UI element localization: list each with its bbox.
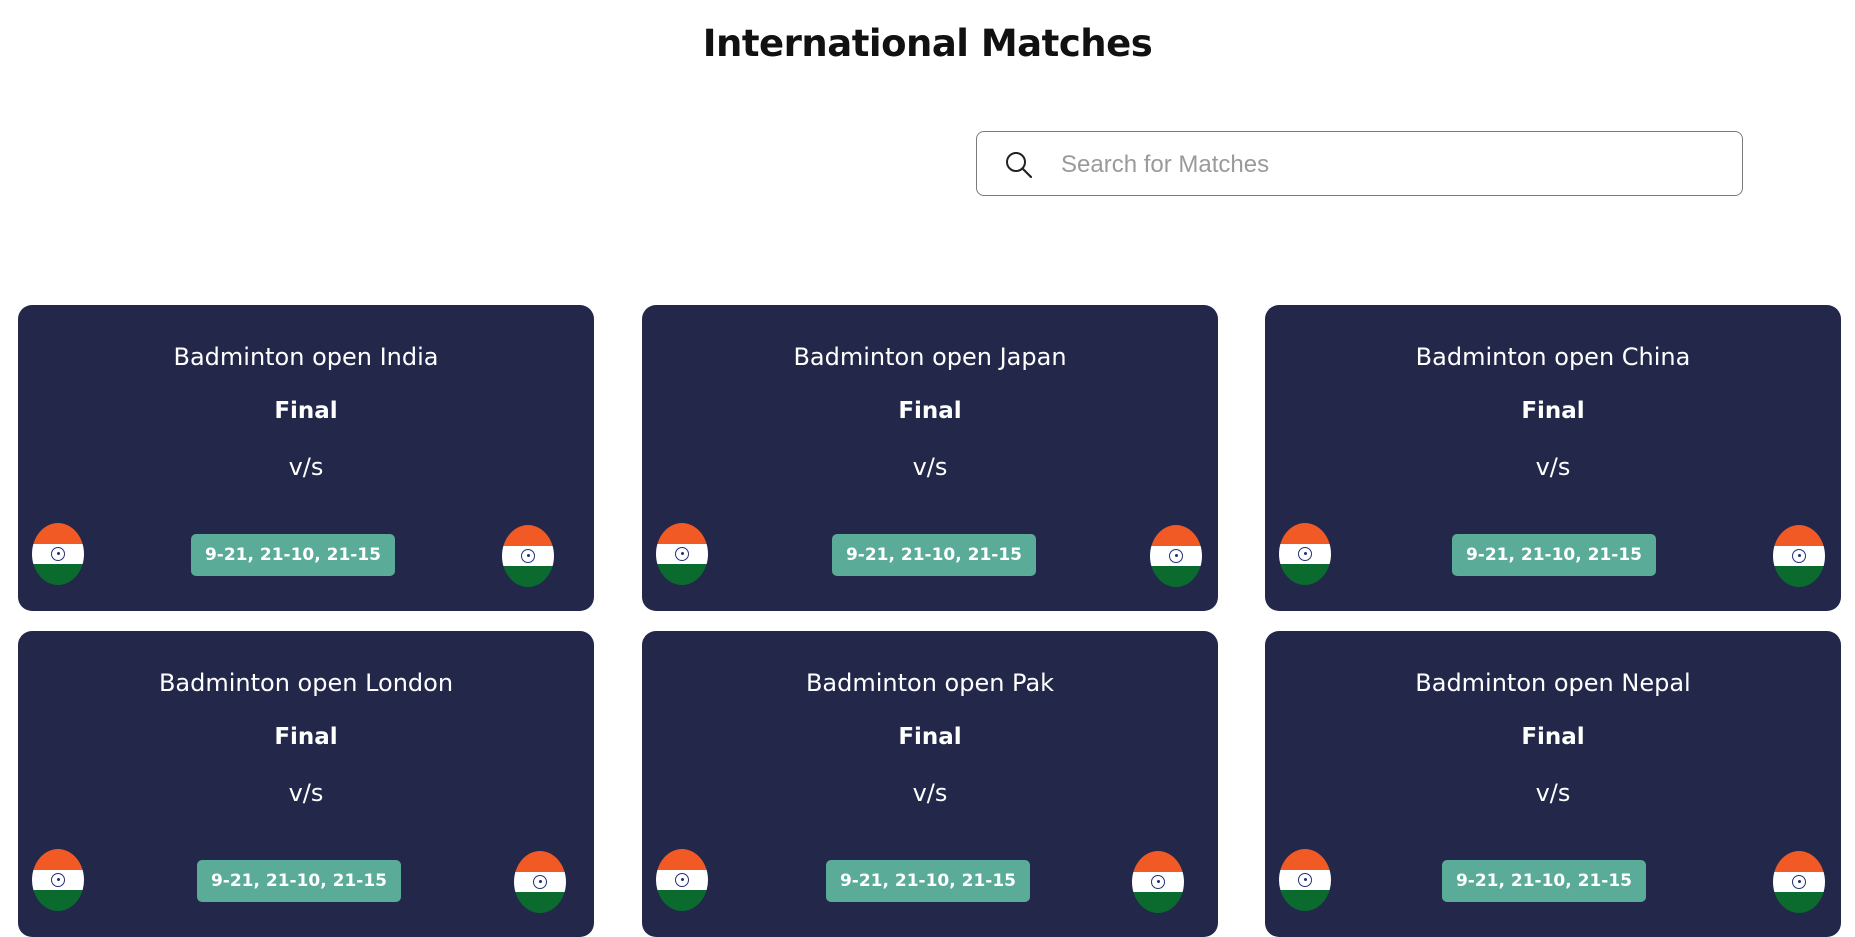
match-round: Final	[898, 724, 962, 750]
match-round: Final	[274, 724, 338, 750]
match-round: Final	[1521, 398, 1585, 424]
india-flag-icon	[32, 523, 84, 585]
india-flag-icon	[1279, 849, 1331, 911]
india-flag-icon	[514, 851, 566, 913]
india-flag-icon	[656, 523, 708, 585]
score-badge: 9-21, 21-10, 21-15	[826, 860, 1030, 902]
match-vs: v/s	[912, 779, 948, 807]
match-card[interactable]: Badminton open China Final v/s 9-21, 21-…	[1265, 305, 1841, 611]
match-title: Badminton open Nepal	[1415, 669, 1691, 697]
match-title: Badminton open China	[1415, 343, 1691, 371]
india-flag-icon	[656, 849, 708, 911]
match-card[interactable]: Badminton open India Final v/s 9-21, 21-…	[18, 305, 594, 611]
match-title: Badminton open Pak	[805, 669, 1055, 697]
search-icon	[1006, 152, 1033, 179]
match-round: Final	[274, 398, 338, 424]
match-round: Final	[898, 398, 962, 424]
match-card[interactable]: Badminton open Japan Final v/s 9-21, 21-…	[642, 305, 1218, 611]
match-vs: v/s	[1535, 779, 1571, 807]
score-badge: 9-21, 21-10, 21-15	[832, 534, 1036, 576]
search-input[interactable]	[1059, 142, 1723, 188]
india-flag-icon	[1773, 851, 1825, 913]
match-vs: v/s	[288, 779, 324, 807]
india-flag-icon	[32, 849, 84, 911]
score-badge: 9-21, 21-10, 21-15	[197, 860, 401, 902]
india-flag-icon	[502, 525, 554, 587]
search-bar[interactable]	[976, 131, 1743, 196]
match-title: Badminton open London	[158, 669, 454, 697]
score-badge: 9-21, 21-10, 21-15	[1442, 860, 1646, 902]
score-badge: 9-21, 21-10, 21-15	[1452, 534, 1656, 576]
match-title: Badminton open India	[173, 343, 439, 371]
match-vs: v/s	[1535, 453, 1571, 481]
match-vs: v/s	[912, 453, 948, 481]
match-card[interactable]: Badminton open Pak Final v/s 9-21, 21-10…	[642, 631, 1218, 937]
india-flag-icon	[1773, 525, 1825, 587]
india-flag-icon	[1279, 523, 1331, 585]
match-round: Final	[1521, 724, 1585, 750]
match-vs: v/s	[288, 453, 324, 481]
match-card[interactable]: Badminton open London Final v/s 9-21, 21…	[18, 631, 594, 937]
match-title: Badminton open Japan	[793, 343, 1067, 371]
score-badge: 9-21, 21-10, 21-15	[191, 534, 395, 576]
page-title: International Matches	[702, 22, 1153, 65]
match-card[interactable]: Badminton open Nepal Final v/s 9-21, 21-…	[1265, 631, 1841, 937]
india-flag-icon	[1132, 851, 1184, 913]
india-flag-icon	[1150, 525, 1202, 587]
